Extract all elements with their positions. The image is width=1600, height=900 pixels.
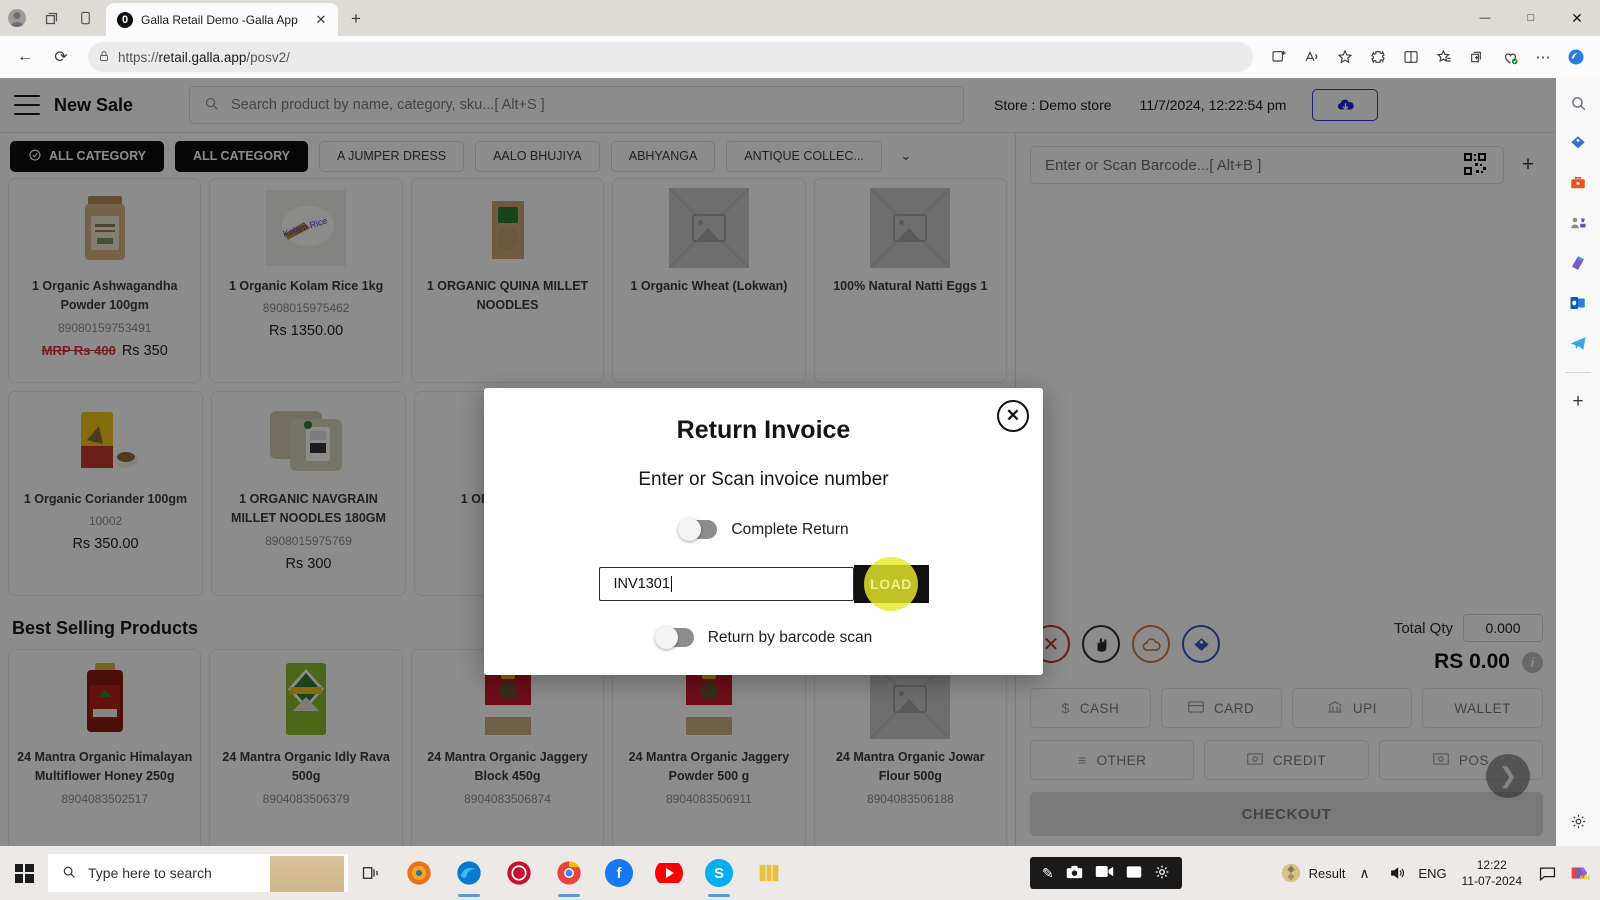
tray-app-result[interactable]: Result [1280,862,1346,884]
reload-icon[interactable]: ⟳ [44,41,78,73]
recorder-settings-icon[interactable] [1154,864,1170,883]
complete-return-row: Complete Return [484,518,1043,541]
system-tray: Result ∧ ENG 12:22 11-07-2024 PRE [1280,857,1600,889]
camera-icon[interactable] [1066,865,1083,882]
pen-icon[interactable]: ✎ [1042,865,1054,882]
taskbar-app-screen-recorder[interactable] [494,846,544,900]
back-icon[interactable]: ← [8,41,42,73]
games-icon[interactable] [1563,208,1593,238]
taskbar-app-facebook[interactable]: f [594,846,644,900]
start-button[interactable] [0,846,48,900]
browser-tab[interactable]: 0 Galla Retail Demo -Galla App ✕ [106,3,338,36]
notification-icon[interactable] [1534,860,1560,886]
load-button-label: LOAD [870,576,912,592]
taskbar-search-box[interactable]: Type here to search [48,854,348,892]
modal-overlay: ✕ Return Invoice Enter or Scan invoice n… [0,78,1556,846]
svg-text:PRE: PRE [1580,875,1590,881]
settings-more-icon[interactable]: ⋯ [1527,42,1559,72]
active-indicator [708,894,730,897]
copilot-icon[interactable] [1560,42,1592,72]
browser-toolbar: ← ⟳ https://retail.galla.app/posv2/ ⋯ [0,36,1600,78]
clock-time: 12:22 [1476,857,1507,872]
sidebar-divider [1565,372,1591,373]
windows-logo-icon [14,863,34,883]
windows-taskbar: Type here to search f S ✎ Result ∧ ENG 1… [0,846,1600,900]
barcode-scan-row: Return by barcode scan [484,626,1043,649]
invoice-number-value: INV1301 [613,576,670,592]
close-icon[interactable]: ✕ [997,400,1029,432]
screen-recorder-toolbar: ✎ [1030,857,1182,889]
active-indicator [458,894,480,897]
vertical-tabs-icon[interactable] [68,3,102,33]
favorite-star-icon[interactable] [1329,42,1361,72]
search-thumbnail [270,856,344,892]
skype-icon: S [705,859,733,887]
modal-subtitle: Enter or Scan invoice number [638,469,889,490]
microsoft365-icon[interactable] [1563,248,1593,278]
taskbar-app-edge[interactable] [444,846,494,900]
taskbar-search-placeholder: Type here to search [88,865,212,881]
browser-essentials-icon[interactable] [1494,42,1526,72]
language-indicator[interactable]: ENG [1416,860,1450,886]
address-bar[interactable]: https://retail.galla.app/posv2/ [88,42,1253,72]
return-by-barcode-label: Return by barcode scan [707,628,873,646]
profile-avatar[interactable] [0,3,34,33]
lock-icon [98,49,110,66]
tab-title: Galla Retail Demo -Galla App [141,12,298,27]
tab-groups-icon[interactable] [34,3,68,33]
search-icon [62,865,76,882]
taskbar-app-youtube[interactable] [644,846,694,900]
close-tab-icon[interactable]: ✕ [312,11,330,29]
collections-icon[interactable] [1263,42,1295,72]
active-indicator [558,894,580,897]
tray-app-label: Result [1308,865,1346,881]
text-caret [670,576,672,592]
page-viewport: New Sale Search product by name, categor… [0,78,1556,846]
clock-date: 11-07-2024 [1461,874,1523,888]
load-button[interactable]: LOAD [853,557,929,611]
invoice-input-row: INV1301 LOAD [484,557,1043,611]
tab-favicon: 0 [117,11,133,28]
tools-briefcase-icon[interactable] [1563,168,1593,198]
outlook-icon[interactable] [1563,288,1593,318]
complete-return-label: Complete Return [731,520,849,538]
edge-sidebar: + [1556,78,1600,846]
task-view-button[interactable] [348,846,394,900]
telegram-icon[interactable] [1563,328,1593,358]
close-window-button[interactable]: ✕ [1554,0,1600,36]
toolbar-icon-group: ⋯ [1263,42,1592,72]
taskbar-app-yellow[interactable] [744,846,794,900]
screen: 0 Galla Retail Demo -Galla App ✕ + — □ ✕… [0,0,1600,900]
shopping-tag-icon[interactable] [1563,128,1593,158]
new-tab-button[interactable]: + [342,5,370,33]
taskbar-app-chrome[interactable] [544,846,594,900]
chevron-up-icon[interactable]: ∧ [1352,860,1378,886]
favorites-list-icon[interactable] [1428,42,1460,72]
modal-title: Return Invoice [676,416,851,444]
taskbar-app-skype[interactable]: S [694,846,744,900]
split-screen-icon[interactable] [1395,42,1427,72]
maximize-button[interactable]: □ [1508,0,1554,36]
video-icon[interactable] [1095,865,1114,881]
minimize-button[interactable]: — [1462,0,1508,36]
invoice-number-input[interactable]: INV1301 [598,567,854,601]
url-text: https://retail.galla.app/posv2/ [118,49,290,65]
search-icon[interactable] [1563,88,1593,118]
clock[interactable]: 12:22 11-07-2024 [1456,857,1529,889]
taskbar-app-firefox[interactable] [394,846,444,900]
read-aloud-icon[interactable] [1296,42,1328,72]
sidebar-settings-icon[interactable] [1563,806,1593,836]
extensions-icon[interactable] [1362,42,1394,72]
complete-return-toggle[interactable] [678,518,718,541]
browser-titlebar: 0 Galla Retail Demo -Galla App ✕ + — □ ✕ [0,0,1600,36]
volume-icon[interactable] [1384,860,1410,886]
window-controls: — □ ✕ [1462,0,1600,36]
tab-actions-icon[interactable] [1461,42,1493,72]
return-invoice-modal: ✕ Return Invoice Enter or Scan invoice n… [484,388,1043,675]
window-capture-icon[interactable] [1126,865,1142,882]
add-sidebar-app-button[interactable]: + [1563,387,1593,417]
facebook-icon: f [605,859,633,887]
copilot-icon[interactable]: PRE [1566,860,1592,886]
return-by-barcode-toggle[interactable] [654,626,694,649]
